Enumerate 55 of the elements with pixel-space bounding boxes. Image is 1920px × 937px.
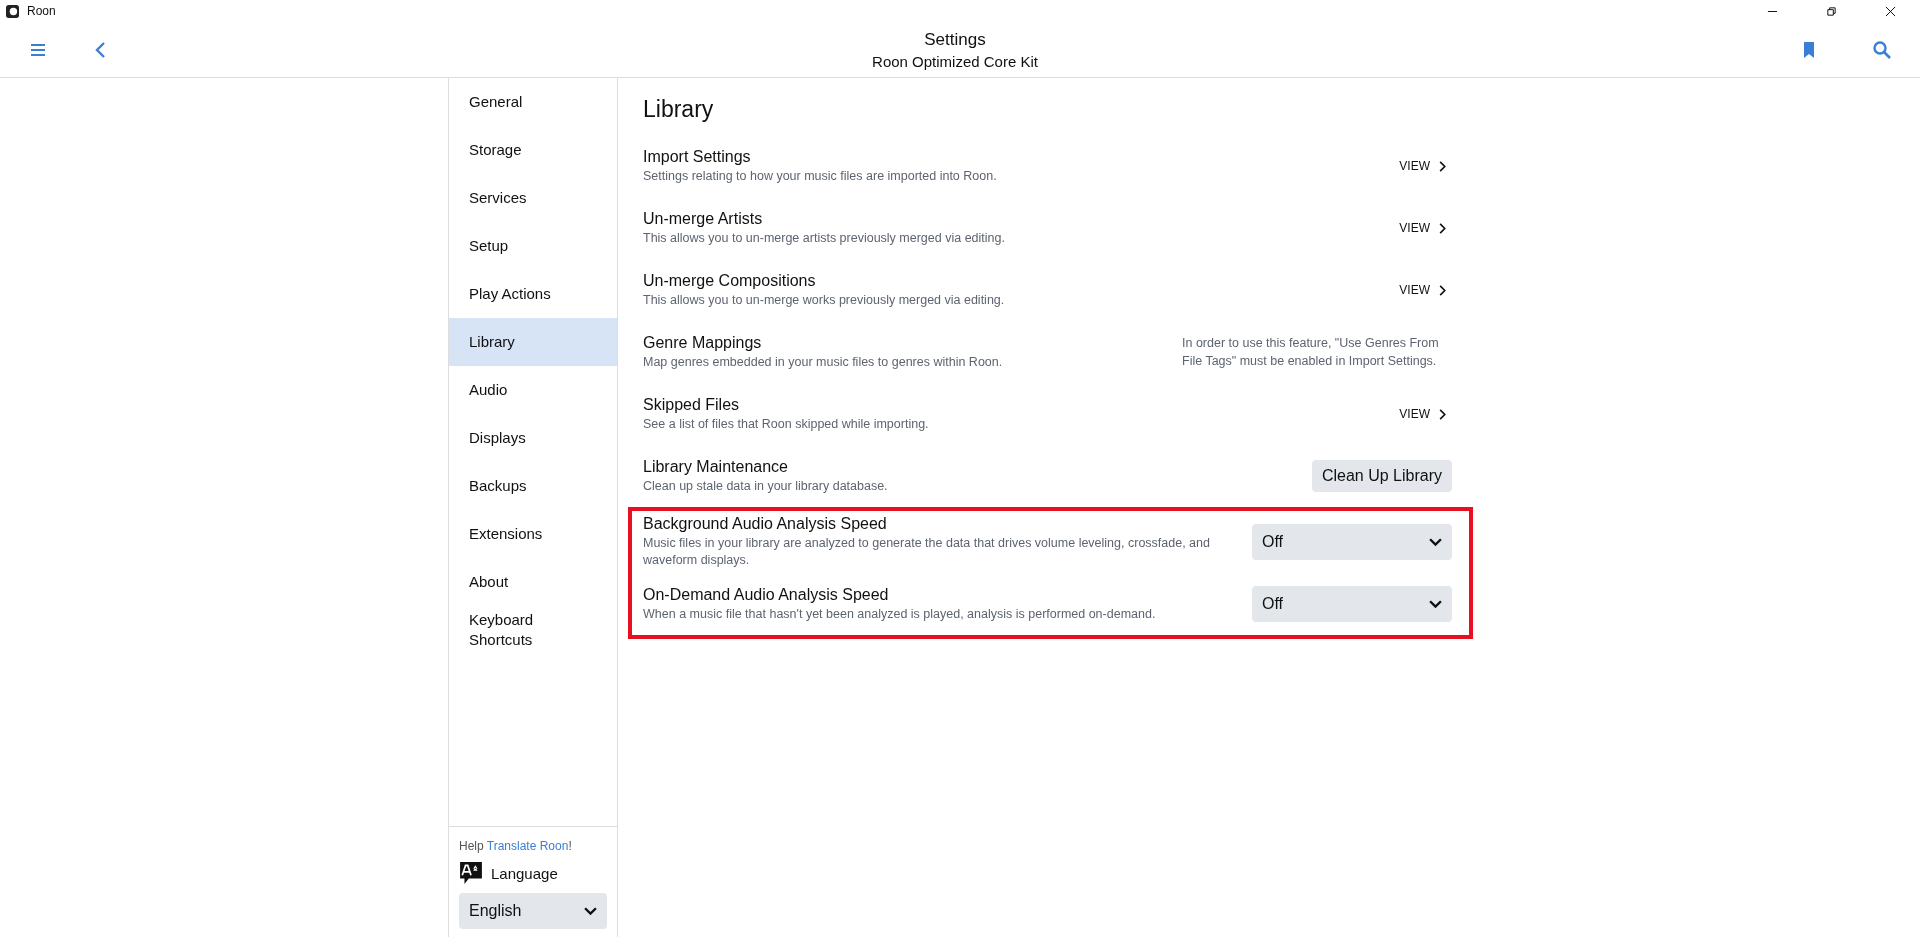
sidebar-item[interactable]: Play Actions <box>449 270 617 318</box>
setting-description: Clean up stale data in your library database. <box>643 477 889 495</box>
view-link[interactable]: VIEW <box>1399 407 1446 421</box>
chevron-down-icon <box>1429 599 1442 609</box>
setting-description: When a music file that hasn't yet been analyzed is played, analysis is performed on-demand. <box>643 605 1157 623</box>
setting-description: See a list of files that Roon skipped while importing. <box>643 415 930 433</box>
sidebar-item[interactable]: Displays <box>449 414 617 462</box>
language-dropdown[interactable]: English <box>459 893 607 929</box>
clean-up-button[interactable]: Clean Up Library <box>1311 460 1452 492</box>
page-subtitle: Roon Optimized Core Kit <box>872 52 1038 70</box>
window-title: Roon <box>27 4 56 18</box>
setting-description: This allows you to un-merge artists previously merged via editing. <box>643 229 1006 247</box>
setting-title: Genre Mappings <box>643 333 763 352</box>
sidebar-item[interactable]: General <box>449 78 617 126</box>
setting-title: On-Demand Audio Analysis Speed <box>643 585 890 604</box>
chevron-right-icon <box>1438 222 1446 234</box>
close-icon[interactable] <box>1885 5 1896 17</box>
setting-description: Map genres embedded in your music files to genres within Roon. <box>643 353 1004 371</box>
app-logo-icon <box>6 4 19 18</box>
setting-title: Library Maintenance <box>643 457 789 476</box>
chevron-down-icon <box>1429 537 1442 547</box>
sidebar-item[interactable]: Services <box>449 174 617 222</box>
search-icon[interactable] <box>1872 39 1892 60</box>
view-link[interactable]: VIEW <box>1399 221 1446 235</box>
sidebar-item[interactable]: Setup <box>449 222 617 270</box>
page-title: Settings <box>924 29 986 50</box>
setting-title: Background Audio Analysis Speed <box>643 515 888 533</box>
chevron-right-icon <box>1438 160 1446 172</box>
speed-dropdown[interactable]: Off <box>1252 524 1452 560</box>
sidebar-item[interactable]: About <box>449 558 617 606</box>
setting-note: In order to use this feature, "Use Genres From File Tags" must be enabled in Import Settings. <box>1182 335 1440 370</box>
chevron-right-icon <box>1438 284 1446 296</box>
sidebar-item[interactable]: Audio <box>449 366 617 414</box>
view-link[interactable]: VIEW <box>1399 159 1446 173</box>
translate-icon <box>459 861 483 885</box>
chevron-down-icon <box>584 906 597 916</box>
language-label: Language <box>491 864 558 882</box>
setting-description: Music files in your library are analyzed to generate the data that drives volume leveling, crossfade, and waveform displays. <box>643 535 1211 569</box>
speed-dropdown[interactable]: Off <box>1252 586 1452 622</box>
sidebar-item[interactable]: Storage <box>449 126 617 174</box>
restore-icon[interactable] <box>1826 5 1837 17</box>
chevron-right-icon <box>1438 408 1446 420</box>
help-text: Help Translate Roon! <box>459 839 573 853</box>
setting-title: Un-merge Compositions <box>643 271 817 290</box>
sidebar-item[interactable]: Keyboard Shortcuts <box>449 606 617 654</box>
setting-title: Import Settings <box>643 147 752 166</box>
setting-title: Skipped Files <box>643 395 741 414</box>
setting-description: Settings relating to how your music files are imported into Roon. <box>643 167 998 185</box>
sidebar-item[interactable]: Extensions <box>449 510 617 558</box>
setting-title: Un-merge Artists <box>643 209 764 228</box>
sidebar-item[interactable]: Library <box>449 318 617 366</box>
sidebar-item[interactable]: Backups <box>449 462 617 510</box>
setting-description: This allows you to un-merge works previously merged via editing. <box>643 291 1006 309</box>
section-heading: Library <box>643 96 715 123</box>
view-link[interactable]: VIEW <box>1399 283 1446 297</box>
